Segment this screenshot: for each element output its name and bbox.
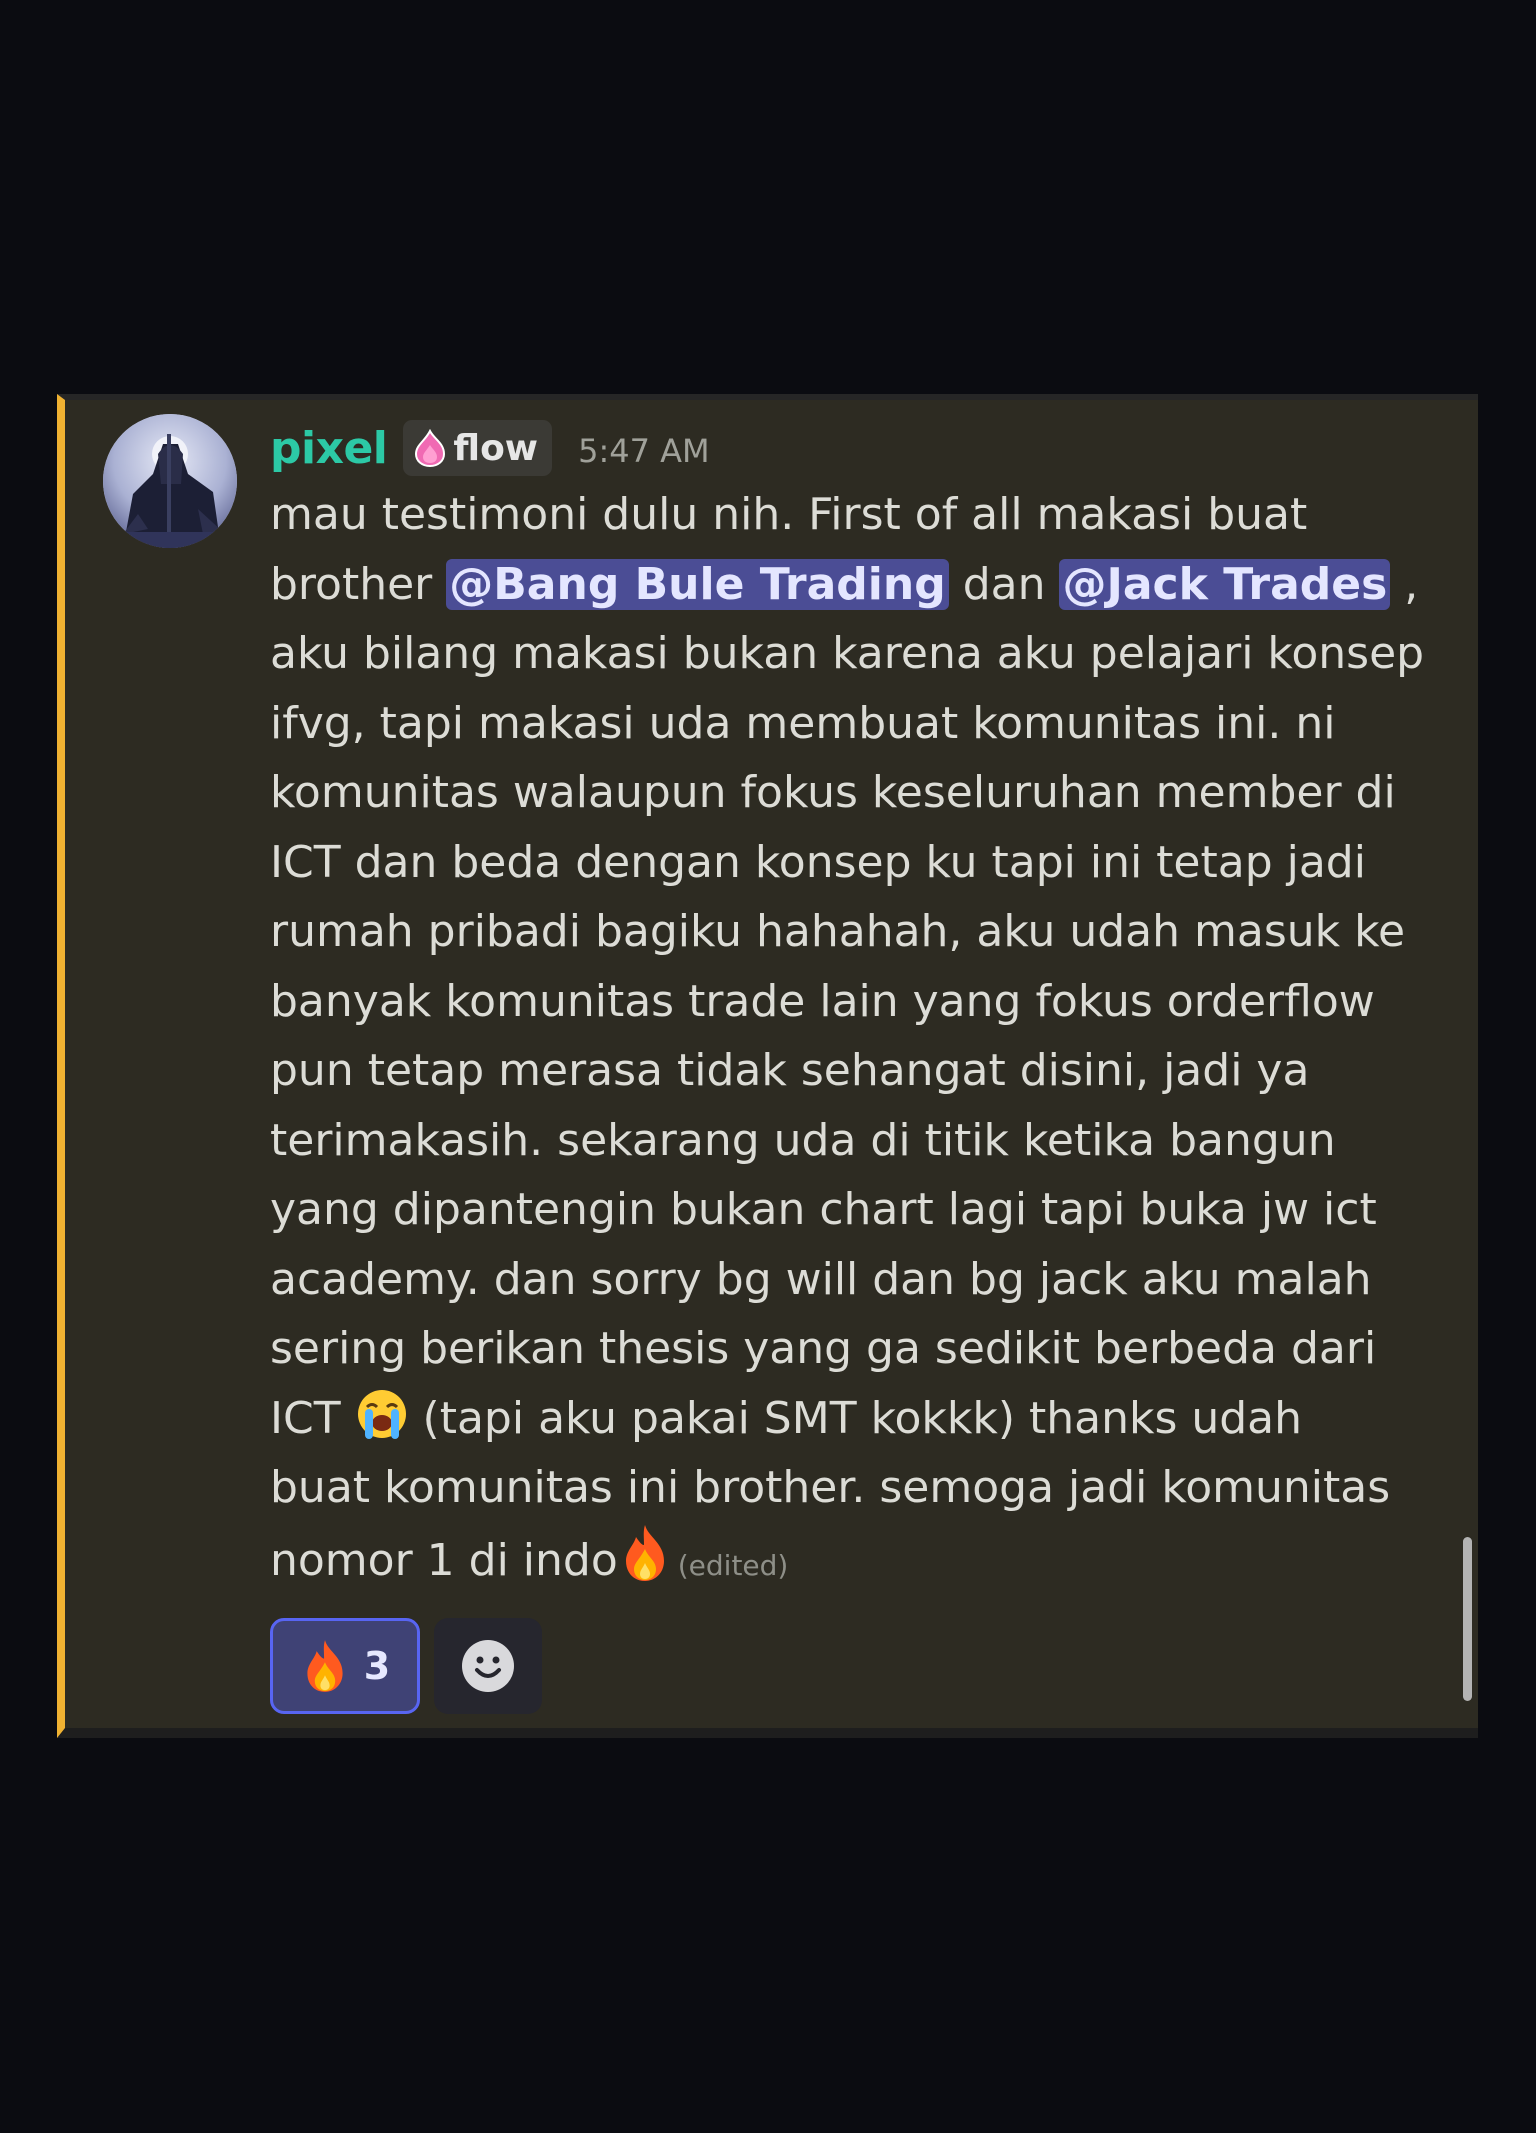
message-line: nomor 1 di indo (edited) [270,1523,1450,1593]
message-line: brother @Bang Bule Trading dan @Jack Tra… [270,550,1450,620]
server-tag[interactable]: flow [403,420,553,476]
message-line: yang dipantengin bukan chart lagi tapi b… [270,1184,1377,1235]
message-line: mau testimoni dulu nih. First of all mak… [270,489,1308,540]
message-line: sering berikan thesis yang ga sedikit be… [270,1323,1377,1374]
message-line: academy. dan sorry bg will dan bg jack a… [270,1253,1372,1305]
message-text: , [1390,558,1419,610]
message-card: pixel flow 5:47 AM mau testimoni dulu ni… [57,394,1478,1738]
edited-label: (edited) [677,1548,789,1582]
server-tag-label: flow [453,427,539,469]
message-text: (tapi aku pakai SMT kokkk) thanks udah [408,1392,1303,1444]
message-line: banyak komunitas trade lain yang fokus o… [270,975,1375,1027]
smiley-add-reaction-icon [462,1640,514,1692]
pink-flame-icon [415,429,446,467]
message-line: pun tetap merasa tidak sehangat disini, … [270,1045,1310,1096]
loudly-crying-face-icon[interactable] [355,1387,409,1441]
message-line: komunitas walaupun fokus keseluruhan mem… [270,767,1396,818]
fire-icon [307,1640,343,1692]
message-line: rumah pribadi bagiku hahahah, aku udah m… [270,906,1406,957]
message-line: ICT dan beda dengan konsep ku tapi ini t… [270,836,1366,888]
message-line: aku bilang makasi bukan karena aku pelaj… [270,628,1425,679]
scrollbar[interactable] [1463,1537,1472,1701]
reaction-fire[interactable]: 3 [270,1618,420,1714]
add-reaction-button[interactable] [434,1618,542,1714]
timestamp[interactable]: 5:47 AM [578,432,710,470]
message-text: nomor 1 di indo [270,1534,618,1586]
user-avatar[interactable] [103,414,237,548]
message-content: mau testimoni dulu nih. First of all mak… [270,480,1450,1592]
mention-bang-bule-trading[interactable]: @Bang Bule Trading [446,558,949,610]
reactions-bar: 3 [270,1618,542,1714]
message-line: ICT (tapi aku pakai SMT kokkk) thanks ud… [270,1384,1450,1454]
fire-icon[interactable] [618,1523,672,1583]
message-text: ICT [270,1392,355,1444]
username[interactable]: pixel [270,423,388,474]
reaction-count: 3 [363,1644,391,1688]
message-text: dan [948,558,1060,610]
message-line: buat komunitas ini brother. semoga jadi … [270,1462,1391,1513]
mention-jack-trades[interactable]: @Jack Trades [1059,558,1391,610]
message-text: brother [270,558,447,610]
message-line: ifvg, tapi makasi uda membuat komunitas … [270,697,1336,749]
message-header: pixel flow 5:47 AM [270,418,710,478]
message-line: terimakasih. sekarang uda di titik ketik… [270,1114,1336,1166]
